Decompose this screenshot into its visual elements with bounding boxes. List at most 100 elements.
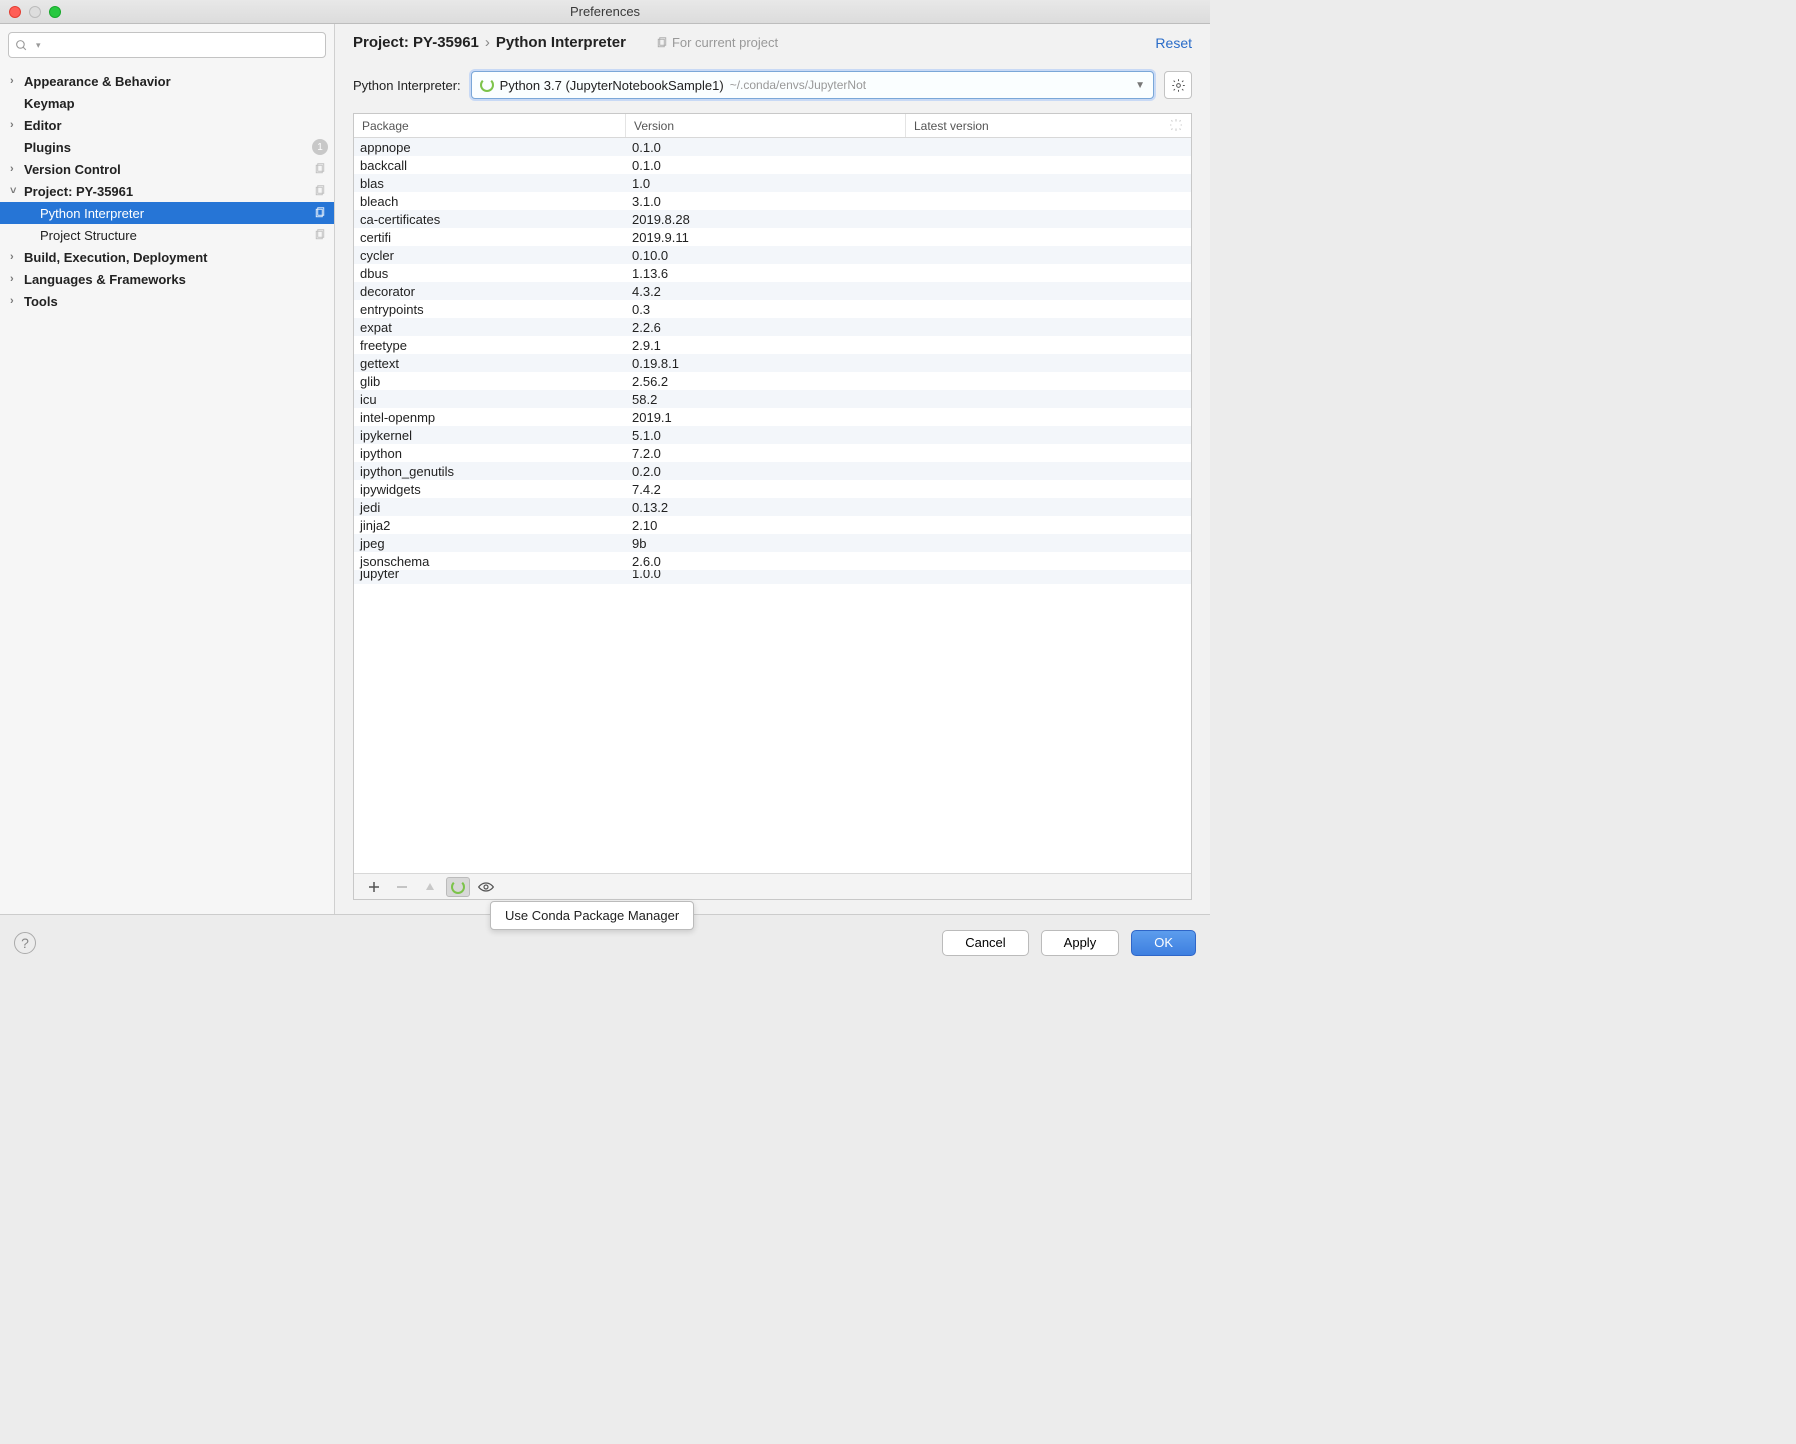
sidebar-item[interactable]: ›Build, Execution, Deployment	[0, 246, 334, 268]
package-name: appnope	[354, 140, 626, 155]
sidebar-item[interactable]: ˅Project: PY-35961	[0, 180, 334, 202]
package-version: 0.10.0	[626, 248, 906, 263]
package-version: 0.1.0	[626, 140, 906, 155]
table-row[interactable]: jedi0.13.2	[354, 498, 1191, 516]
eye-icon	[478, 881, 494, 893]
sidebar-item-label: Tools	[24, 294, 58, 309]
table-row[interactable]: entrypoints0.3	[354, 300, 1191, 318]
table-row[interactable]: gettext0.19.8.1	[354, 354, 1191, 372]
table-row[interactable]: jinja22.10	[354, 516, 1191, 534]
cancel-button[interactable]: Cancel	[942, 930, 1028, 956]
sidebar-item[interactable]: ›Tools	[0, 290, 334, 312]
package-name: entrypoints	[354, 302, 626, 317]
table-row[interactable]: blas1.0	[354, 174, 1191, 192]
table-row[interactable]: ipython7.2.0	[354, 444, 1191, 462]
chevron-right-icon: ›	[10, 295, 24, 307]
package-name: bleach	[354, 194, 626, 209]
table-row[interactable]: backcall0.1.0	[354, 156, 1191, 174]
package-version: 0.2.0	[626, 464, 906, 479]
sidebar-child-item[interactable]: Python Interpreter	[0, 202, 334, 224]
triangle-up-icon	[425, 882, 435, 892]
breadcrumb: Project: PY-35961›Python Interpreter	[353, 34, 626, 51]
sidebar-item[interactable]: Keymap	[0, 92, 334, 114]
package-name: ipython_genutils	[354, 464, 626, 479]
add-package-button[interactable]	[362, 877, 386, 897]
package-name: blas	[354, 176, 626, 191]
package-name: jedi	[354, 500, 626, 515]
table-row[interactable]: cycler0.10.0	[354, 246, 1191, 264]
minus-icon	[396, 881, 408, 893]
package-name: freetype	[354, 338, 626, 353]
table-row[interactable]: ca-certificates2019.8.28	[354, 210, 1191, 228]
table-row[interactable]: jupyter1.0.0	[354, 570, 1191, 584]
sidebar-item[interactable]: ›Appearance & Behavior	[0, 70, 334, 92]
reset-link[interactable]: Reset	[1155, 35, 1192, 51]
column-version[interactable]: Version	[626, 114, 906, 137]
column-package[interactable]: Package	[354, 114, 626, 137]
package-name: decorator	[354, 284, 626, 299]
package-name: jsonschema	[354, 554, 626, 569]
package-version: 1.13.6	[626, 266, 906, 281]
title-bar: Preferences	[0, 0, 1210, 24]
table-row[interactable]: bleach3.1.0	[354, 192, 1191, 210]
table-row[interactable]: jpeg9b	[354, 534, 1191, 552]
package-version: 0.19.8.1	[626, 356, 906, 371]
package-name: ca-certificates	[354, 212, 626, 227]
sidebar-item[interactable]: Plugins1	[0, 136, 334, 158]
sidebar-item[interactable]: ›Editor	[0, 114, 334, 136]
copy-icon	[656, 37, 668, 49]
ok-button[interactable]: OK	[1131, 930, 1196, 956]
table-row[interactable]: dbus1.13.6	[354, 264, 1191, 282]
interpreter-label: Python Interpreter:	[353, 78, 461, 93]
column-latest[interactable]: Latest version	[906, 114, 1191, 137]
table-row[interactable]: ipywidgets7.4.2	[354, 480, 1191, 498]
package-version: 2.10	[626, 518, 906, 533]
package-name: icu	[354, 392, 626, 407]
package-version: 3.1.0	[626, 194, 906, 209]
package-name: dbus	[354, 266, 626, 281]
table-row[interactable]: icu58.2	[354, 390, 1191, 408]
apply-button[interactable]: Apply	[1041, 930, 1120, 956]
package-version: 0.3	[626, 302, 906, 317]
package-version: 2019.8.28	[626, 212, 906, 227]
sidebar-item-label: Editor	[24, 118, 62, 133]
package-name: ipython	[354, 446, 626, 461]
package-name: jupyter	[354, 570, 626, 581]
conda-manager-button[interactable]	[446, 877, 470, 897]
table-row[interactable]: expat2.2.6	[354, 318, 1191, 336]
package-version: 0.1.0	[626, 158, 906, 173]
package-name: backcall	[354, 158, 626, 173]
sidebar-item-label: Version Control	[24, 162, 121, 177]
table-row[interactable]: decorator4.3.2	[354, 282, 1191, 300]
table-row[interactable]: freetype2.9.1	[354, 336, 1191, 354]
loading-icon	[1169, 118, 1183, 132]
settings-button[interactable]	[1164, 71, 1192, 99]
table-row[interactable]: certifi2019.9.11	[354, 228, 1191, 246]
chevron-right-icon: ›	[10, 119, 24, 131]
chevron-right-icon: ›	[10, 251, 24, 263]
table-row[interactable]: intel-openmp2019.1	[354, 408, 1191, 426]
table-row[interactable]: ipykernel5.1.0	[354, 426, 1191, 444]
sidebar-item-label: Project: PY-35961	[24, 184, 133, 199]
package-version: 58.2	[626, 392, 906, 407]
sidebar-child-item[interactable]: Project Structure	[0, 224, 334, 246]
sidebar-item-label: Plugins	[24, 140, 71, 155]
help-button[interactable]: ?	[14, 932, 36, 954]
packages-table: Package Version Latest version appnope0.…	[353, 113, 1192, 900]
interpreter-dropdown[interactable]: Python 3.7 (JupyterNotebookSample1) ~/.c…	[471, 71, 1154, 99]
table-row[interactable]: glib2.56.2	[354, 372, 1191, 390]
package-name: glib	[354, 374, 626, 389]
copy-icon	[314, 229, 326, 241]
chevron-right-icon: ›	[10, 163, 24, 175]
package-version: 7.2.0	[626, 446, 906, 461]
show-early-releases-button[interactable]	[474, 877, 498, 897]
package-version: 1.0	[626, 176, 906, 191]
sidebar-item[interactable]: ›Languages & Frameworks	[0, 268, 334, 290]
chevron-down-icon: ▼	[1135, 80, 1145, 91]
sidebar-item[interactable]: ›Version Control	[0, 158, 334, 180]
table-row[interactable]: ipython_genutils0.2.0	[354, 462, 1191, 480]
package-name: cycler	[354, 248, 626, 263]
table-row[interactable]: jsonschema2.6.0	[354, 552, 1191, 570]
search-input[interactable]: ▾	[8, 32, 326, 58]
table-row[interactable]: appnope0.1.0	[354, 138, 1191, 156]
